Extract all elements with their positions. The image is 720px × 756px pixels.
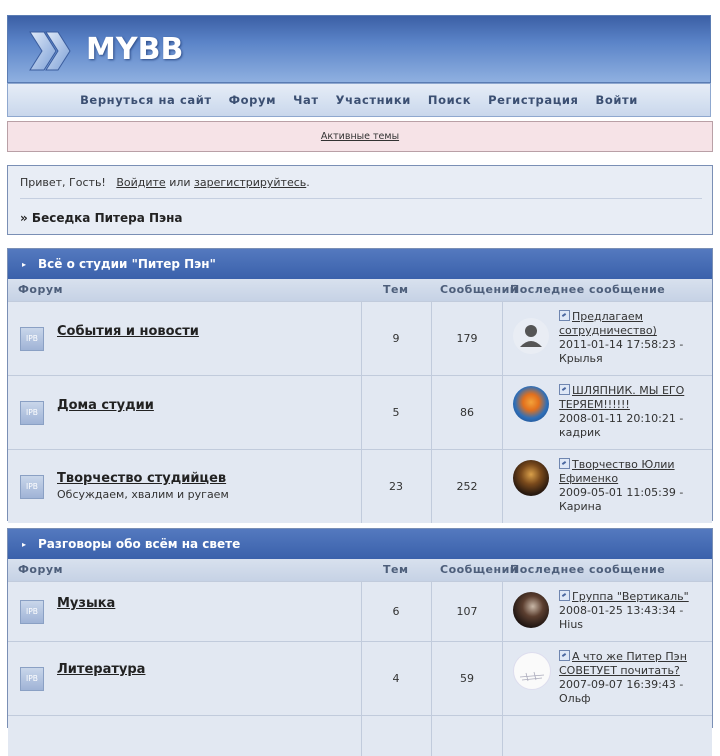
col-forum: Форум bbox=[18, 283, 64, 296]
col-forum: Форум bbox=[18, 563, 64, 576]
category-header[interactable]: ▸ Всё о студии "Питер Пэн" bbox=[8, 249, 712, 279]
posts-count: 107 bbox=[432, 582, 503, 641]
forum-title[interactable]: Музыка bbox=[57, 596, 115, 611]
col-last-post: Последнее сообщение bbox=[510, 283, 666, 296]
nav-login[interactable]: Войти bbox=[595, 93, 637, 107]
site-header: MYBB bbox=[7, 15, 711, 83]
last-post-cell: ШЛЯПНИК. МЫ ЕГО ТЕРЯЕМ!!!!!! 2008-01-11 … bbox=[503, 376, 712, 449]
collapse-arrow-icon[interactable]: ▸ bbox=[22, 260, 28, 269]
column-headers: Форум Тем Сообщений Последнее сообщение bbox=[8, 279, 712, 301]
col-topics: Тем bbox=[383, 283, 409, 296]
last-post-user[interactable]: Ольф bbox=[559, 692, 591, 705]
nav-search[interactable]: Поиск bbox=[428, 93, 471, 107]
col-posts: Сообщений bbox=[440, 563, 519, 576]
category-title: Разговоры обо всём на свете bbox=[38, 537, 241, 551]
last-post-cell: А что же Питер Пэн СОВЕТУЕТ почитать? 20… bbox=[503, 642, 712, 715]
dark-photo-avatar bbox=[513, 592, 549, 628]
last-post-user[interactable]: Hius bbox=[559, 618, 583, 631]
last-post-date: 2007-09-07 16:39:43 - bbox=[559, 678, 684, 691]
default-user-avatar bbox=[513, 318, 549, 354]
last-post-icon bbox=[559, 384, 570, 395]
active-topics-link[interactable]: Активные темы bbox=[321, 131, 399, 142]
nav-chat[interactable]: Чат bbox=[293, 93, 319, 107]
posts-count: 252 bbox=[432, 450, 503, 523]
forum-status-icon: IPB bbox=[20, 474, 44, 499]
forum-title[interactable]: События и новости bbox=[57, 324, 199, 339]
last-post-date: 2009-05-01 11:05:39 - bbox=[559, 486, 684, 499]
forum-description: Обсуждаем, хвалим и ругаем bbox=[57, 488, 229, 501]
nav-forum[interactable]: Форум bbox=[229, 93, 276, 107]
logo-text[interactable]: MYBB bbox=[86, 32, 183, 67]
last-post-icon bbox=[559, 310, 570, 321]
last-post-icon bbox=[559, 590, 570, 601]
last-post-icon bbox=[559, 458, 570, 469]
forum-title[interactable]: Творчество студийцев bbox=[57, 471, 226, 486]
last-post-date: 2008-01-11 20:10:21 - bbox=[559, 412, 684, 425]
last-post-user[interactable]: кадрик bbox=[559, 426, 601, 439]
nav-members[interactable]: Участники bbox=[336, 93, 411, 107]
forum-row: IPB Музыка 6 107 Группа "Вертикаль" 2008… bbox=[8, 581, 712, 641]
forum-row-partial bbox=[8, 715, 712, 756]
forum-page: MYBB Вернуться на сайт Форум Чат Участни… bbox=[0, 0, 720, 756]
last-post-user[interactable]: Карина bbox=[559, 500, 602, 513]
last-post-link[interactable]: Предлагаем сотрудничество) bbox=[559, 310, 657, 337]
posts-count: 179 bbox=[432, 302, 503, 375]
last-post-user[interactable]: Крылья bbox=[559, 352, 603, 365]
last-post-icon bbox=[559, 650, 570, 661]
topics-count: 5 bbox=[361, 376, 432, 449]
nav-back-to-site[interactable]: Вернуться на сайт bbox=[80, 93, 212, 107]
topics-count: 4 bbox=[361, 642, 432, 715]
collapse-arrow-icon[interactable]: ▸ bbox=[22, 540, 28, 549]
category-title: Всё о студии "Питер Пэн" bbox=[38, 257, 216, 271]
nav-register[interactable]: Регистрация bbox=[488, 93, 578, 107]
dark-portrait-avatar bbox=[513, 460, 549, 496]
category-talks: ▸ Разговоры обо всём на свете Форум Тем … bbox=[7, 528, 713, 756]
forum-row: IPB Литература 4 59 А что же Питер Пэн С… bbox=[8, 641, 712, 715]
col-posts: Сообщений bbox=[440, 283, 519, 296]
forum-title[interactable]: Дома студии bbox=[57, 398, 154, 413]
last-post-link[interactable]: ШЛЯПНИК. МЫ ЕГО ТЕРЯЕМ!!!!!! bbox=[559, 384, 684, 411]
posts-count: 86 bbox=[432, 376, 503, 449]
last-post-cell: Предлагаем сотрудничество) 2011-01-14 17… bbox=[503, 302, 712, 375]
last-post-date: 2011-01-14 17:58:23 - bbox=[559, 338, 684, 351]
logo-chevrons-icon bbox=[29, 31, 71, 71]
category-header[interactable]: ▸ Разговоры обо всём на свете bbox=[8, 529, 712, 559]
register-link[interactable]: зарегистрируйтесь bbox=[194, 176, 306, 189]
greeting-line: Привет, Гость! Войдите или зарегистрируй… bbox=[20, 176, 310, 189]
last-post-cell: Группа "Вертикаль" 2008-01-25 13:43:34 -… bbox=[503, 582, 712, 641]
topics-count: 23 bbox=[361, 450, 432, 523]
forum-status-icon: IPB bbox=[20, 326, 44, 351]
last-post-link[interactable]: Группа "Вертикаль" bbox=[559, 590, 689, 603]
forum-status-icon: IPB bbox=[20, 599, 44, 624]
col-last-post: Последнее сообщение bbox=[510, 563, 666, 576]
active-topics-bar: Активные темы bbox=[7, 121, 713, 152]
main-nav: Вернуться на сайт Форум Чат Участники По… bbox=[7, 83, 711, 117]
greeting-box: Привет, Гость! Войдите или зарегистрируй… bbox=[7, 165, 713, 235]
orange-blue-avatar bbox=[513, 386, 549, 422]
forum-row: IPB События и новости 9 179 Предлагаем с… bbox=[8, 301, 712, 375]
divider bbox=[20, 198, 702, 199]
posts-count: 59 bbox=[432, 642, 503, 715]
forum-title[interactable]: Литература bbox=[57, 662, 145, 677]
greeting-text: Привет, Гость! bbox=[20, 176, 106, 189]
last-post-cell: Творчество Юлии Ефименко 2009-05-01 11:0… bbox=[503, 450, 712, 523]
col-topics: Тем bbox=[383, 563, 409, 576]
topics-count: 9 bbox=[361, 302, 432, 375]
topics-count: 6 bbox=[361, 582, 432, 641]
white-sketch-avatar bbox=[513, 652, 551, 690]
greeting-or: или bbox=[169, 176, 191, 189]
forum-row: IPB Творчество студийцев Обсуждаем, хвал… bbox=[8, 449, 712, 523]
column-headers: Форум Тем Сообщений Последнее сообщение bbox=[8, 559, 712, 581]
last-post-link[interactable]: Творчество Юлии Ефименко bbox=[559, 458, 675, 485]
forum-row: IPB Дома студии 5 86 ШЛЯПНИК. МЫ ЕГО ТЕР… bbox=[8, 375, 712, 449]
last-post-link[interactable]: А что же Питер Пэн СОВЕТУЕТ почитать? bbox=[559, 650, 687, 677]
category-studio: ▸ Всё о студии "Питер Пэн" Форум Тем Соо… bbox=[7, 248, 713, 523]
greeting-dot: . bbox=[306, 176, 310, 189]
breadcrumb[interactable]: » Беседка Питера Пэна bbox=[20, 211, 183, 225]
forum-status-icon: IPB bbox=[20, 666, 44, 691]
login-link[interactable]: Войдите bbox=[116, 176, 165, 189]
last-post-date: 2008-01-25 13:43:34 - bbox=[559, 604, 684, 617]
forum-status-icon: IPB bbox=[20, 400, 44, 425]
